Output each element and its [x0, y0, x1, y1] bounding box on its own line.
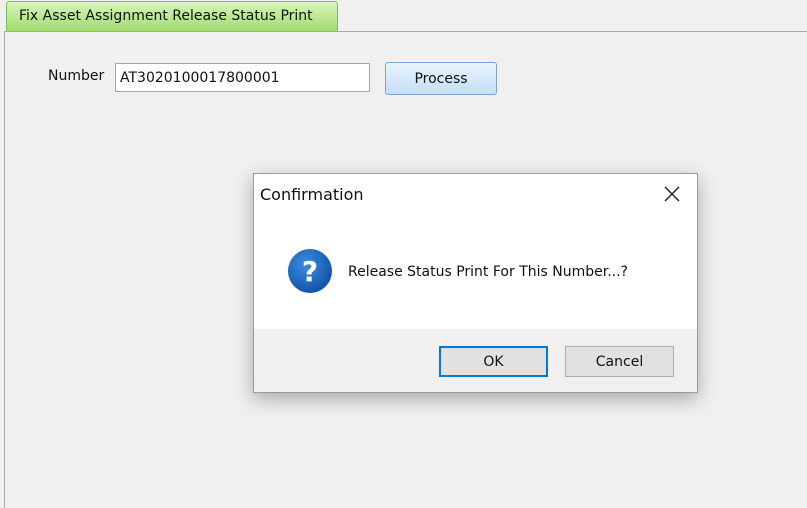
process-button[interactable]: Process: [385, 62, 497, 95]
dialog-message: Release Status Print For This Number...?: [348, 264, 628, 280]
tab-fix-asset-release-print[interactable]: Fix Asset Assignment Release Status Prin…: [6, 1, 338, 31]
dialog-title: Confirmation: [260, 185, 364, 204]
number-input[interactable]: [115, 63, 370, 92]
ok-button[interactable]: OK: [439, 346, 548, 377]
dialog-body: ? Release Status Print For This Number..…: [254, 218, 697, 329]
close-icon[interactable]: [661, 183, 683, 205]
confirmation-dialog: Confirmation ? Release Status Print For …: [253, 173, 698, 393]
dialog-footer: OK Cancel: [254, 329, 697, 392]
number-label: Number: [48, 68, 105, 84]
cancel-button[interactable]: Cancel: [565, 346, 674, 377]
tab-label: Fix Asset Assignment Release Status Prin…: [19, 8, 313, 24]
question-icon: ?: [287, 248, 333, 294]
svg-text:?: ?: [302, 255, 318, 288]
app-window: Fix Asset Assignment Release Status Prin…: [0, 0, 807, 508]
